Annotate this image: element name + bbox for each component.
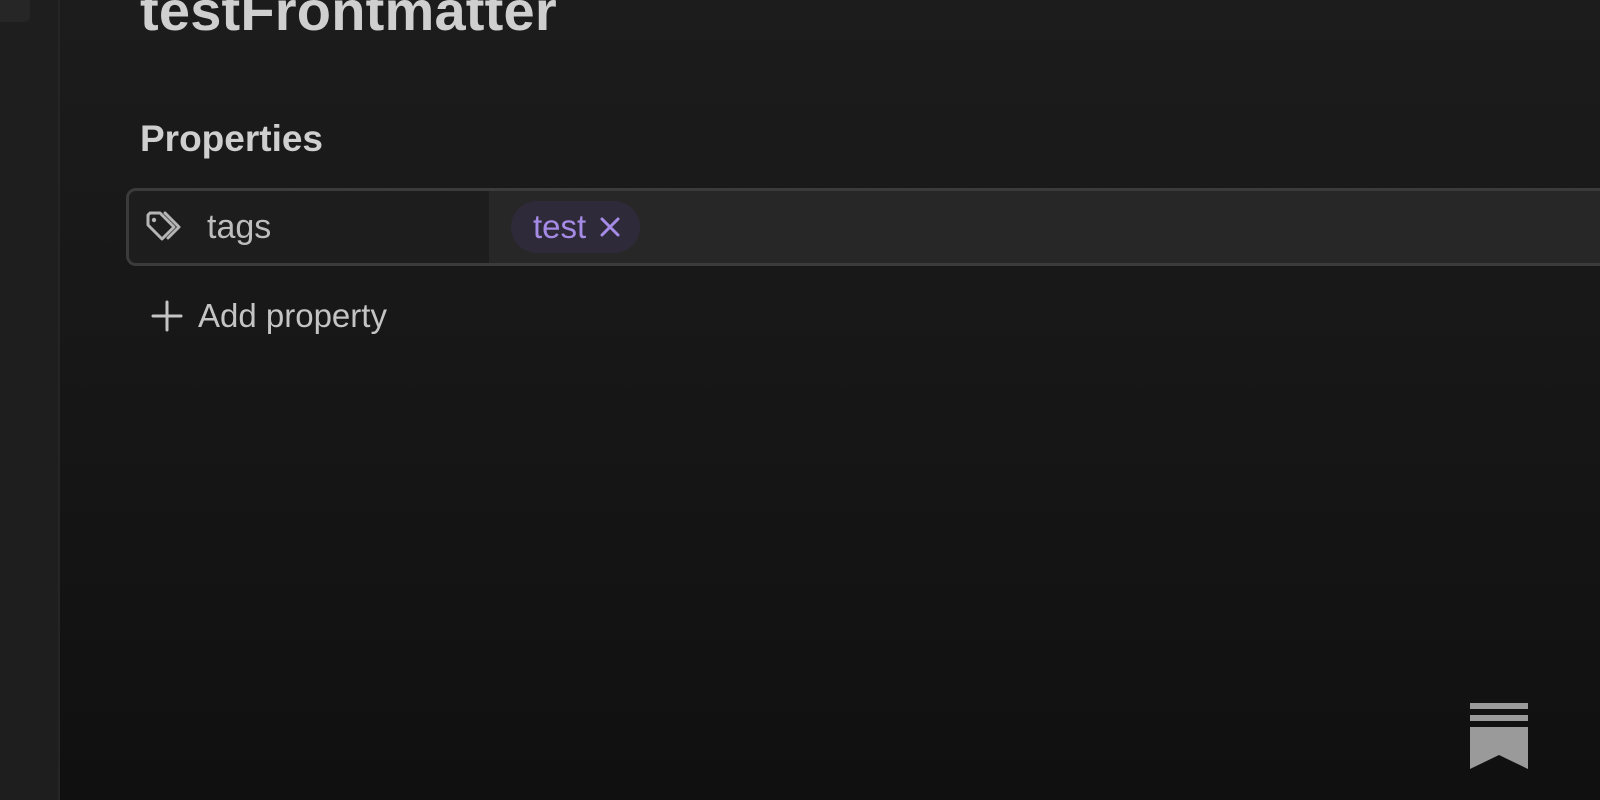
- properties-heading[interactable]: Properties: [140, 118, 323, 160]
- bookmark-ribbon-icon[interactable]: [1470, 703, 1528, 769]
- sidebar-corner-tab[interactable]: [0, 0, 30, 22]
- close-icon[interactable]: [598, 215, 622, 239]
- add-property-button[interactable]: Add property: [150, 292, 387, 340]
- property-row-tags: tags test: [126, 188, 1600, 266]
- tags-icon[interactable]: [143, 209, 187, 245]
- plus-icon: [150, 299, 184, 333]
- property-key-label: tags: [207, 207, 272, 246]
- left-sidebar-strip: [0, 0, 60, 800]
- property-key[interactable]: tags: [129, 191, 489, 263]
- tag-label: test: [533, 208, 587, 245]
- property-value-field[interactable]: test: [489, 191, 1600, 263]
- tag-pill[interactable]: test: [511, 201, 641, 253]
- note-title[interactable]: testFrontmatter: [140, 0, 557, 43]
- add-property-label: Add property: [198, 297, 387, 334]
